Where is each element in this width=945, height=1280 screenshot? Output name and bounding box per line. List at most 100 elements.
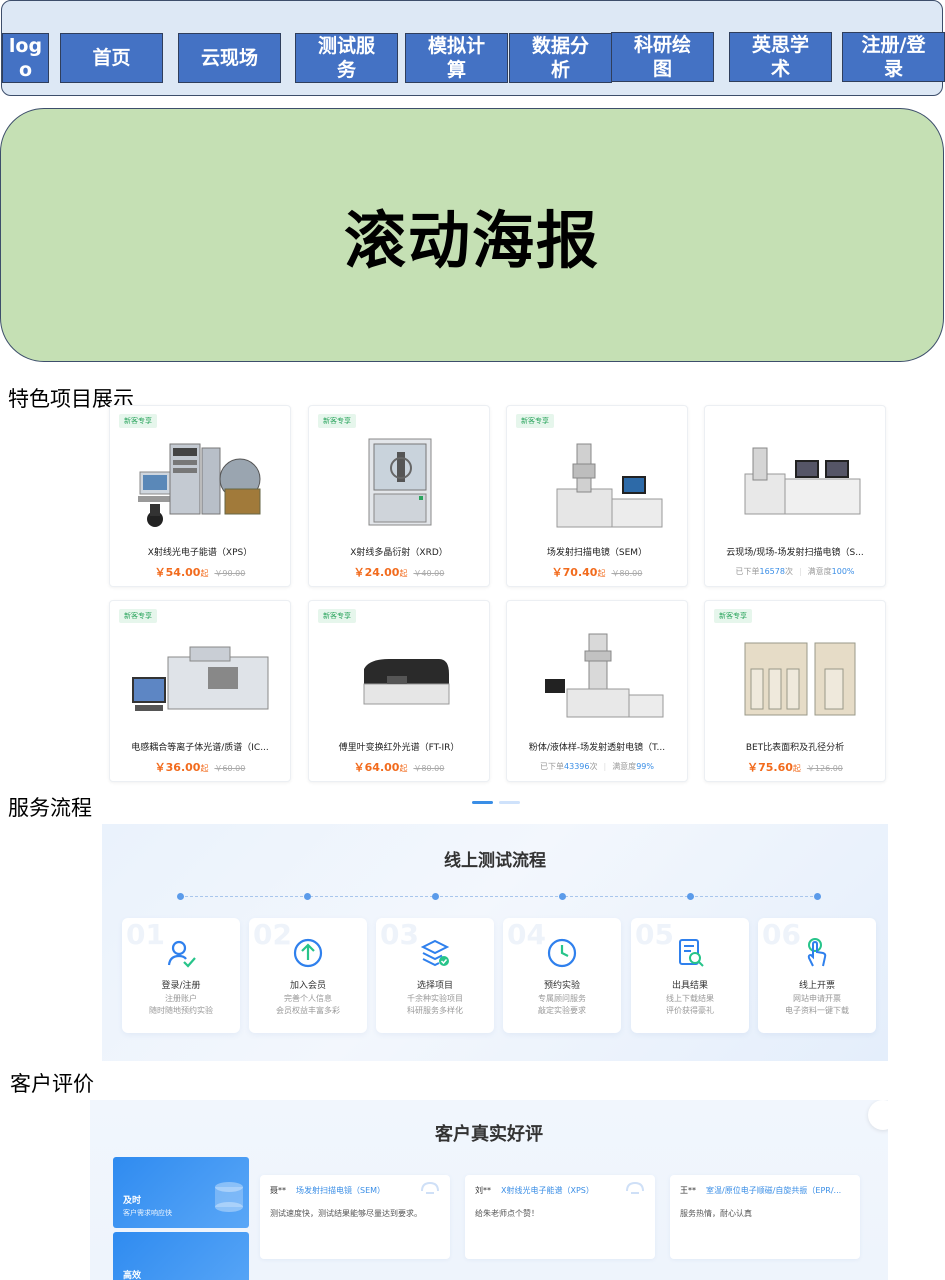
product-card[interactable]: 粉体/液体样-场发射透射电镜（T... 已下单43396次 | 满意度99% bbox=[506, 600, 688, 782]
stats-separator: | bbox=[603, 762, 607, 771]
price-original: ￥80.00 bbox=[611, 569, 643, 578]
process-step-select: 03 选择项目 千余种实验项目 科研服务多样化 bbox=[376, 918, 494, 1033]
orders-count: 16578 bbox=[759, 567, 785, 576]
product-price: ￥64.00起 ￥80.00 bbox=[309, 759, 489, 775]
nav-test-service-label-2: 务 bbox=[336, 59, 356, 81]
nav-simulation-label-1: 模拟计 bbox=[427, 35, 485, 57]
step-description: 注册账户 随时随地预约实验 bbox=[122, 993, 240, 1017]
review-header: 王** 室温/原位电子顺磁/自旋共振（EPR/... bbox=[680, 1185, 841, 1196]
orders-suffix: 次 bbox=[784, 567, 793, 576]
price-suffix: 起 bbox=[200, 569, 209, 578]
review-header: 刘** X射线光电子能谱（XPS） bbox=[475, 1185, 594, 1196]
new-customer-tag: 新客专享 bbox=[318, 609, 356, 623]
review-product[interactable]: 场发射扫描电镜（SEM） bbox=[296, 1186, 385, 1195]
arrow-up-circle-icon bbox=[293, 938, 323, 968]
price-current: ￥24.00 bbox=[353, 566, 400, 579]
reviews-title: 客户真实好评 bbox=[435, 1124, 543, 1145]
new-customer-tag: 新客专享 bbox=[516, 414, 554, 428]
tab-desc: 客户需求响应快 bbox=[123, 1209, 172, 1217]
nav-test-service[interactable]: 测试服务 bbox=[295, 33, 398, 83]
step-description: 完善个人信息 会员权益丰富多彩 bbox=[249, 993, 367, 1017]
process-step-booking: 04 预约实验 专属顾问服务 敲定实验要求 bbox=[503, 918, 621, 1033]
review-tab-timely[interactable]: 及时 客户需求响应快 bbox=[113, 1157, 249, 1228]
user-check-icon bbox=[167, 940, 196, 968]
price-suffix: 起 bbox=[399, 569, 408, 578]
product-price: ￥54.00起 ￥90.00 bbox=[110, 564, 290, 580]
nav-simulation-label-2: 算 bbox=[446, 59, 466, 81]
product-card[interactable]: 新客专享 电感耦合等离子体光谱/质谱（IC... ￥36.00起 ￥60.00 bbox=[109, 600, 291, 782]
product-card[interactable]: 新客专享 傅里叶变换红外光谱（FT-IR） ￥64.00起 ￥80.00 bbox=[308, 600, 490, 782]
product-stats: 已下单16578次 | 满意度100% bbox=[705, 566, 885, 577]
reviewer-name: 刘** bbox=[475, 1186, 491, 1195]
step-name: 加入会员 bbox=[289, 981, 326, 991]
scrolling-banner[interactable]: 滚动海报 bbox=[0, 108, 944, 362]
step-desc-line2: 电子资料一键下载 bbox=[785, 1006, 849, 1015]
nav-research-drawing[interactable]: 科研绘图 bbox=[611, 32, 714, 82]
review-text: 给朱老师点个赞！ bbox=[475, 1209, 539, 1218]
section-title-process: 服务流程 bbox=[8, 796, 92, 820]
price-suffix: 起 bbox=[399, 764, 408, 773]
process-step-login: 01 登录/注册 注册账户 随时随地预约实验 bbox=[122, 918, 240, 1033]
price-suffix: 起 bbox=[200, 764, 209, 773]
carousel-dot-2[interactable] bbox=[499, 801, 520, 804]
product-card[interactable]: 云现场/现场-场发射扫描电镜（S... 已下单16578次 | 满意度100% bbox=[704, 405, 886, 587]
step-description: 网站申请开票 电子资料一键下载 bbox=[758, 993, 876, 1017]
orders-count: 43396 bbox=[564, 762, 590, 771]
timeline-dot bbox=[177, 893, 184, 900]
process-step-membership: 02 加入会员 完善个人信息 会员权益丰富多彩 bbox=[249, 918, 367, 1033]
price-original: ￥40.00 bbox=[413, 569, 445, 578]
step-number: 05 bbox=[635, 918, 674, 951]
price-original: ￥60.00 bbox=[214, 764, 246, 773]
quote-mark-icon bbox=[626, 1181, 644, 1194]
review-tab-efficient[interactable]: 高效 bbox=[113, 1232, 249, 1280]
step-desc-line2: 评价获得豪礼 bbox=[666, 1006, 714, 1015]
nav-cloud-site[interactable]: 云现场 bbox=[178, 33, 281, 83]
price-current: ￥54.00 bbox=[154, 566, 201, 579]
new-customer-tag: 新客专享 bbox=[714, 609, 752, 623]
nav-register-login-label-1: 注册/登 bbox=[861, 34, 926, 56]
tem-instrument-image bbox=[545, 633, 664, 718]
tab-title: 及时 bbox=[123, 1196, 142, 1206]
timeline-dot bbox=[304, 893, 311, 900]
new-customer-tag: 新客专享 bbox=[119, 609, 157, 623]
nav-register-login[interactable]: 注册/登录 bbox=[842, 32, 945, 82]
product-name: 场发射扫描电镜（SEM） bbox=[546, 548, 648, 558]
product-card[interactable]: 新客专享 X射线光电子能谱（XPS） ￥54.00起 ￥90.00 bbox=[109, 405, 291, 587]
timeline-dot bbox=[814, 893, 821, 900]
step-desc-line1: 千余种实验项目 bbox=[407, 994, 463, 1003]
review-card[interactable]: 王** 室温/原位电子顺磁/自旋共振（EPR/... 服务热情，耐心认真 bbox=[670, 1175, 860, 1259]
quote-mark-icon bbox=[421, 1181, 439, 1194]
review-product[interactable]: 室温/原位电子顺磁/自旋共振（EPR/... bbox=[706, 1186, 841, 1195]
price-current: ￥70.40 bbox=[551, 566, 598, 579]
process-timeline bbox=[180, 896, 818, 897]
banner-title: 滚动海报 bbox=[343, 204, 600, 277]
reviewer-name: 王** bbox=[680, 1186, 696, 1195]
product-card[interactable]: 新客专享 X射线多晶衍射（XRD） ￥24.00起 ￥40.00 bbox=[308, 405, 490, 587]
step-description: 千余种实验项目 科研服务多样化 bbox=[376, 993, 494, 1017]
product-price: ￥75.60起 ￥126.00 bbox=[705, 759, 885, 775]
product-price: ￥24.00起 ￥40.00 bbox=[309, 564, 489, 580]
xrd-instrument-image bbox=[368, 438, 432, 526]
product-stats: 已下单43396次 | 满意度99% bbox=[507, 761, 687, 772]
carousel-dot-1[interactable] bbox=[472, 801, 493, 804]
review-product[interactable]: X射线光电子能谱（XPS） bbox=[501, 1186, 594, 1195]
nav-academic[interactable]: 英思学术 bbox=[729, 32, 832, 82]
nav-home[interactable]: 首页 bbox=[60, 33, 163, 83]
sem-instrument-image bbox=[556, 443, 663, 528]
review-card[interactable]: 刘** X射线光电子能谱（XPS） 给朱老师点个赞！ bbox=[465, 1175, 655, 1259]
hand-tap-icon bbox=[807, 938, 827, 967]
xps-instrument-image bbox=[138, 443, 261, 527]
step-number: 06 bbox=[762, 918, 801, 951]
product-card[interactable]: 新客专享 BET比表面积及孔径分析 ￥75.60起 ￥126.00 bbox=[704, 600, 886, 782]
nav-data-analysis[interactable]: 数据分析 bbox=[509, 33, 612, 83]
nav-simulation[interactable]: 模拟计算 bbox=[405, 33, 508, 83]
step-name: 选择项目 bbox=[416, 981, 453, 991]
price-current: ￥64.00 bbox=[353, 761, 400, 774]
product-name: X射线光电子能谱（XPS） bbox=[147, 548, 253, 558]
product-name: 傅里叶变换红外光谱（FT-IR） bbox=[338, 743, 460, 753]
nav-cloud-site-label: 云现场 bbox=[200, 47, 258, 69]
review-card[interactable]: 聂** 场发射扫描电镜（SEM） 测试速度快，测试结果能够尽量达到要求。 bbox=[260, 1175, 450, 1259]
logo[interactable]: log o bbox=[2, 33, 49, 83]
timeline-dot bbox=[687, 893, 694, 900]
product-card[interactable]: 新客专享 场发射扫描电镜（SEM） ￥70.40起 ￥80.00 bbox=[506, 405, 688, 587]
